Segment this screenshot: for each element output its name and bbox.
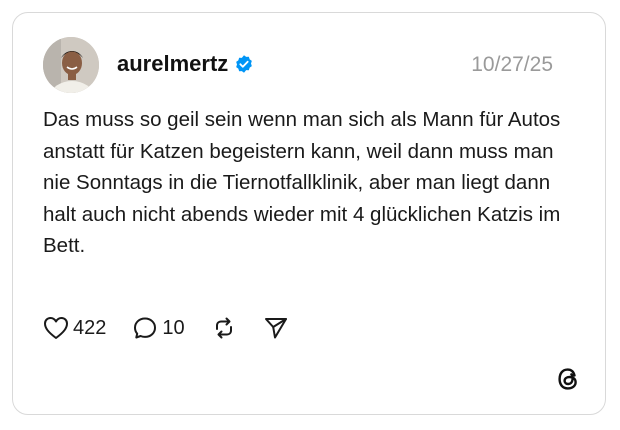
verified-badge-icon: [236, 55, 253, 73]
threads-logo-icon[interactable]: [555, 366, 581, 392]
like-count: 422: [73, 317, 107, 339]
heart-icon: [44, 317, 68, 339]
share-button[interactable]: [263, 316, 289, 340]
username[interactable]: aurelmertz: [117, 51, 254, 77]
reply-button[interactable]: 10: [132, 316, 185, 340]
repost-icon: [215, 317, 232, 339]
action-bar: 422 10: [43, 315, 315, 341]
avatar-image: [43, 37, 99, 93]
speech-bubble-icon: [134, 317, 157, 339]
post-text: Das muss so geil sein wenn man sich als …: [43, 108, 561, 257]
post-date: 10/27/25: [471, 53, 553, 76]
send-icon: [264, 318, 287, 339]
reply-count: 10: [162, 317, 185, 339]
threads-post-card: aurelmertz 10/27/25 Das muss so geil sei…: [12, 12, 606, 415]
avatar[interactable]: [43, 37, 99, 93]
repost-button[interactable]: [211, 316, 237, 340]
username-text: aurelmertz: [117, 51, 229, 76]
like-button[interactable]: 422: [43, 316, 106, 340]
